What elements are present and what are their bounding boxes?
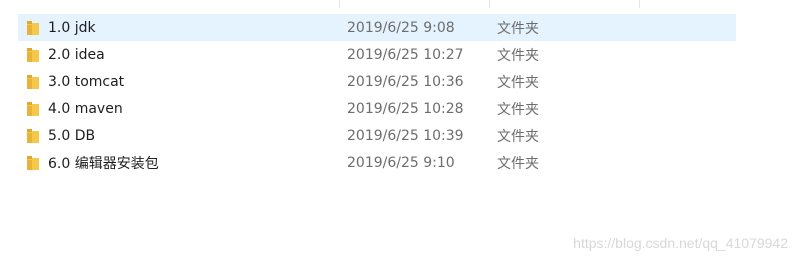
file-date: 2019/6/25 10:36 (347, 73, 464, 90)
column-divider[interactable] (339, 0, 340, 8)
folder-icon (27, 155, 39, 170)
file-type: 文件夹 (497, 128, 539, 145)
file-date: 2019/6/25 10:27 (347, 46, 464, 63)
file-type: 文件夹 (497, 74, 539, 91)
file-type: 文件夹 (497, 47, 539, 64)
file-row[interactable]: 5.0 DB 2019/6/25 10:39 文件夹 (18, 122, 736, 149)
folder-icon (27, 74, 39, 89)
file-date: 2019/6/25 9:08 (347, 19, 455, 36)
file-name: 5.0 DB (48, 127, 96, 144)
folder-icon (27, 101, 39, 116)
file-name: 6.0 编辑器安装包 (48, 155, 159, 172)
file-name: 2.0 idea (48, 46, 105, 63)
watermark: https://blog.csdn.net/qq_41079942 (573, 235, 788, 251)
file-row[interactable]: 4.0 maven 2019/6/25 10:28 文件夹 (18, 95, 736, 122)
folder-icon (27, 20, 39, 35)
file-list: 1.0 jdk 2019/6/25 9:08 文件夹 2.0 idea 2019… (18, 14, 736, 176)
file-type: 文件夹 (497, 20, 539, 37)
file-date: 2019/6/25 10:28 (347, 100, 464, 117)
file-row[interactable]: 2.0 idea 2019/6/25 10:27 文件夹 (18, 41, 736, 68)
file-name: 4.0 maven (48, 100, 123, 117)
file-row[interactable]: 1.0 jdk 2019/6/25 9:08 文件夹 (18, 14, 736, 41)
folder-icon (27, 47, 39, 62)
file-name: 3.0 tomcat (48, 73, 125, 90)
file-date: 2019/6/25 9:10 (347, 154, 455, 171)
column-divider[interactable] (489, 0, 490, 8)
file-explorer-view: 1.0 jdk 2019/6/25 9:08 文件夹 2.0 idea 2019… (0, 0, 796, 261)
file-type: 文件夹 (497, 155, 539, 172)
file-row[interactable]: 6.0 编辑器安装包 2019/6/25 9:10 文件夹 (18, 149, 736, 176)
file-name: 1.0 jdk (48, 19, 96, 36)
file-date: 2019/6/25 10:39 (347, 127, 464, 144)
folder-icon (27, 128, 39, 143)
column-divider[interactable] (639, 0, 640, 8)
file-type: 文件夹 (497, 101, 539, 118)
file-row[interactable]: 3.0 tomcat 2019/6/25 10:36 文件夹 (18, 68, 736, 95)
